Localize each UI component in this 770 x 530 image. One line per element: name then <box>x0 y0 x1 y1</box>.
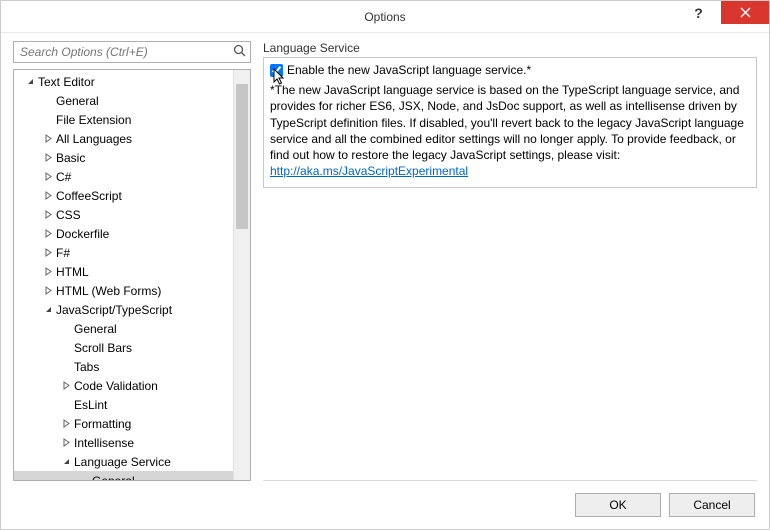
tree-item-label: General <box>54 94 99 108</box>
tree-item-label: General <box>90 474 135 481</box>
tree-item-label: All Languages <box>54 132 132 146</box>
window-title: Options <box>364 10 405 24</box>
tree-item-label: General <box>72 322 117 336</box>
chevron-down-icon[interactable] <box>24 77 36 86</box>
checkbox-row: Enable the new JavaScript language servi… <box>270 62 750 78</box>
tree-item[interactable]: General <box>14 91 233 110</box>
dialog-body: Text Editor General File Extension All Lang… <box>1 33 769 481</box>
group-box: Enable the new JavaScript language servi… <box>263 57 757 188</box>
chevron-right-icon[interactable] <box>60 438 72 447</box>
feedback-link[interactable]: http://aka.ms/JavaScriptExperimental <box>270 164 468 178</box>
tree-item[interactable]: Code Validation <box>14 376 233 395</box>
chevron-right-icon[interactable] <box>42 267 54 276</box>
tree-item-label: Language Service <box>72 455 171 469</box>
chevron-down-icon[interactable] <box>42 305 54 314</box>
tree-item[interactable]: EsLint <box>14 395 233 414</box>
tree-item-label: Scroll Bars <box>72 341 132 355</box>
tree-item[interactable]: Tabs <box>14 357 233 376</box>
chevron-down-icon[interactable] <box>60 457 72 466</box>
left-panel: Text Editor General File Extension All Lang… <box>13 41 251 481</box>
chevron-right-icon[interactable] <box>42 248 54 257</box>
titlebar: Options ? <box>1 1 769 33</box>
separator <box>263 480 757 481</box>
tree-item-label: F# <box>54 246 70 260</box>
right-panel: Language Service Enable the new JavaScri… <box>263 41 757 481</box>
tree-item[interactable]: General <box>14 471 233 480</box>
options-tree[interactable]: Text Editor General File Extension All Lang… <box>14 70 233 480</box>
tree-item[interactable]: Text Editor <box>14 72 233 91</box>
tree-item-label: File Extension <box>54 113 131 127</box>
description-text: *The new JavaScript language service is … <box>270 82 750 179</box>
help-button[interactable]: ? <box>676 1 721 24</box>
tree-item-label: C# <box>54 170 71 184</box>
search-box[interactable] <box>13 41 251 63</box>
enable-language-service-checkbox[interactable] <box>270 64 283 77</box>
tree-container: Text Editor General File Extension All Lang… <box>13 69 251 481</box>
tree-item-label: Text Editor <box>36 75 95 89</box>
tree-item[interactable]: Scroll Bars <box>14 338 233 357</box>
tree-item-label: Code Validation <box>72 379 158 393</box>
ok-button[interactable]: OK <box>575 493 661 517</box>
help-icon: ? <box>694 5 703 21</box>
group-label: Language Service <box>263 41 757 55</box>
chevron-right-icon[interactable] <box>60 381 72 390</box>
tree-item[interactable]: F# <box>14 243 233 262</box>
tree-item[interactable]: Dockerfile <box>14 224 233 243</box>
tree-item[interactable]: CSS <box>14 205 233 224</box>
chevron-right-icon[interactable] <box>42 210 54 219</box>
dialog-footer: OK Cancel <box>1 481 769 529</box>
chevron-right-icon[interactable] <box>42 153 54 162</box>
search-icon <box>233 44 246 60</box>
search-input[interactable] <box>18 44 228 60</box>
cancel-button[interactable]: Cancel <box>669 493 755 517</box>
tree-item-label: Intellisense <box>72 436 134 450</box>
scrollbar-thumb[interactable] <box>236 84 248 229</box>
chevron-right-icon[interactable] <box>42 229 54 238</box>
tree-item-label: HTML (Web Forms) <box>54 284 161 298</box>
tree-scrollbar[interactable] <box>233 70 250 480</box>
close-icon <box>740 7 751 18</box>
tree-item[interactable]: File Extension <box>14 110 233 129</box>
tree-item[interactable]: Formatting <box>14 414 233 433</box>
tree-item[interactable]: HTML <box>14 262 233 281</box>
options-dialog: Options ? <box>0 0 770 530</box>
tree-item-label: Basic <box>54 151 85 165</box>
tree-item-label: Formatting <box>72 417 131 431</box>
tree-item[interactable]: HTML (Web Forms) <box>14 281 233 300</box>
tree-item-label: JavaScript/TypeScript <box>54 303 172 317</box>
tree-item-label: EsLint <box>72 398 107 412</box>
tree-item-label: Dockerfile <box>54 227 109 241</box>
chevron-right-icon[interactable] <box>60 419 72 428</box>
tree-item-label: HTML <box>54 265 89 279</box>
chevron-right-icon[interactable] <box>42 286 54 295</box>
close-button[interactable] <box>721 1 769 24</box>
window-controls: ? <box>676 1 769 31</box>
tree-item-label: Tabs <box>72 360 99 374</box>
tree-item-label: CSS <box>54 208 81 222</box>
chevron-right-icon[interactable] <box>42 191 54 200</box>
description-body: *The new JavaScript language service is … <box>270 83 744 162</box>
tree-item[interactable]: Language Service <box>14 452 233 471</box>
tree-item[interactable]: General <box>14 319 233 338</box>
tree-item[interactable]: CoffeeScript <box>14 186 233 205</box>
tree-item[interactable]: C# <box>14 167 233 186</box>
tree-item-label: CoffeeScript <box>54 189 122 203</box>
checkbox-label[interactable]: Enable the new JavaScript language servi… <box>287 62 531 78</box>
tree-item[interactable]: Basic <box>14 148 233 167</box>
chevron-right-icon[interactable] <box>42 172 54 181</box>
tree-item[interactable]: JavaScript/TypeScript <box>14 300 233 319</box>
chevron-right-icon[interactable] <box>42 134 54 143</box>
tree-item[interactable]: All Languages <box>14 129 233 148</box>
tree-item[interactable]: Intellisense <box>14 433 233 452</box>
